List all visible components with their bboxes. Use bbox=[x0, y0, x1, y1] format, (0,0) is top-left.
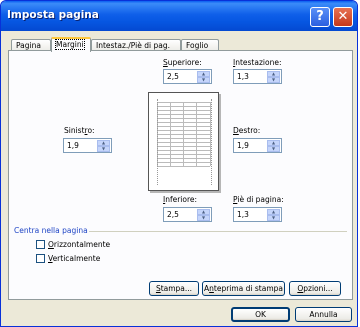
header-margin-label: Intestazione: bbox=[233, 58, 282, 67]
top-margin-label: Superiore: bbox=[163, 58, 202, 67]
bottom-margin-value: 2,5 bbox=[167, 210, 179, 219]
cancel-button[interactable]: Annulla bbox=[295, 307, 352, 322]
bottom-margin-spinner[interactable]: 2,5 ▲ ▼ bbox=[163, 207, 212, 222]
options-button[interactable]: Opzioni... bbox=[289, 281, 341, 296]
title-bar[interactable]: Imposta pagina ? ✕ bbox=[1, 1, 357, 31]
spin-down-icon[interactable]: ▼ bbox=[267, 215, 280, 221]
spin-down-icon[interactable]: ▼ bbox=[267, 146, 280, 152]
help-icon: ? bbox=[316, 9, 324, 24]
print-preview-button[interactable]: Anteprima di stampa bbox=[202, 281, 285, 296]
left-margin-label: Sinistro: bbox=[64, 126, 95, 135]
close-button[interactable]: ✕ bbox=[333, 7, 353, 27]
center-horizontal-checkbox[interactable] bbox=[36, 240, 45, 249]
left-margin-value: 1,9 bbox=[67, 141, 79, 150]
help-button[interactable]: ? bbox=[310, 7, 330, 27]
bottom-margin-label: Inferiore: bbox=[163, 195, 198, 204]
section-divider bbox=[89, 231, 347, 232]
page-setup-dialog: Imposta pagina ? ✕ Pagina Margini Intest… bbox=[0, 0, 358, 327]
top-margin-spinner[interactable]: 2,5 ▲ ▼ bbox=[163, 69, 212, 84]
center-horizontal-label[interactable]: Orizzontalmente bbox=[48, 240, 110, 249]
print-button[interactable]: Stampa... bbox=[149, 281, 199, 296]
center-vertical-checkbox[interactable] bbox=[36, 254, 45, 263]
spin-down-icon[interactable]: ▼ bbox=[197, 77, 210, 83]
header-margin-value: 1,3 bbox=[237, 72, 249, 81]
center-vertical-label[interactable]: Verticalmente bbox=[48, 254, 100, 263]
margins-panel: Superiore: 2,5 ▲▼ Intestazione: 1,3 ▲▼ bbox=[8, 50, 353, 300]
spin-down-icon[interactable]: ▼ bbox=[267, 77, 280, 83]
right-margin-label: Destro: bbox=[233, 126, 261, 135]
right-margin-value: 1,9 bbox=[237, 141, 249, 150]
tab-margini[interactable]: Margini bbox=[51, 37, 91, 52]
preview-table bbox=[157, 102, 211, 167]
right-margin-guide bbox=[211, 99, 212, 185]
footer-margin-label: Piè di pagina: bbox=[233, 195, 284, 204]
spin-down-icon[interactable]: ▼ bbox=[97, 146, 110, 152]
footer-margin-spinner[interactable]: 1,3 ▲ ▼ bbox=[233, 207, 282, 222]
footer-margin-value: 1,3 bbox=[237, 210, 249, 219]
page-preview bbox=[148, 92, 219, 191]
top-margin-value: 2,5 bbox=[167, 72, 179, 81]
window-title: Imposta pagina bbox=[7, 9, 99, 21]
spin-down-icon[interactable]: ▼ bbox=[197, 215, 210, 221]
right-margin-spinner[interactable]: 1,9 ▲ ▼ bbox=[233, 138, 282, 153]
close-icon: ✕ bbox=[337, 9, 349, 24]
left-margin-spinner[interactable]: 1,9 ▲ ▼ bbox=[63, 138, 112, 153]
left-margin-guide bbox=[157, 99, 158, 185]
header-margin-spinner[interactable]: 1,3 ▲ ▼ bbox=[233, 69, 282, 84]
center-section-title: Centra nella pagina bbox=[14, 226, 88, 235]
ok-button[interactable]: OK bbox=[231, 307, 290, 322]
